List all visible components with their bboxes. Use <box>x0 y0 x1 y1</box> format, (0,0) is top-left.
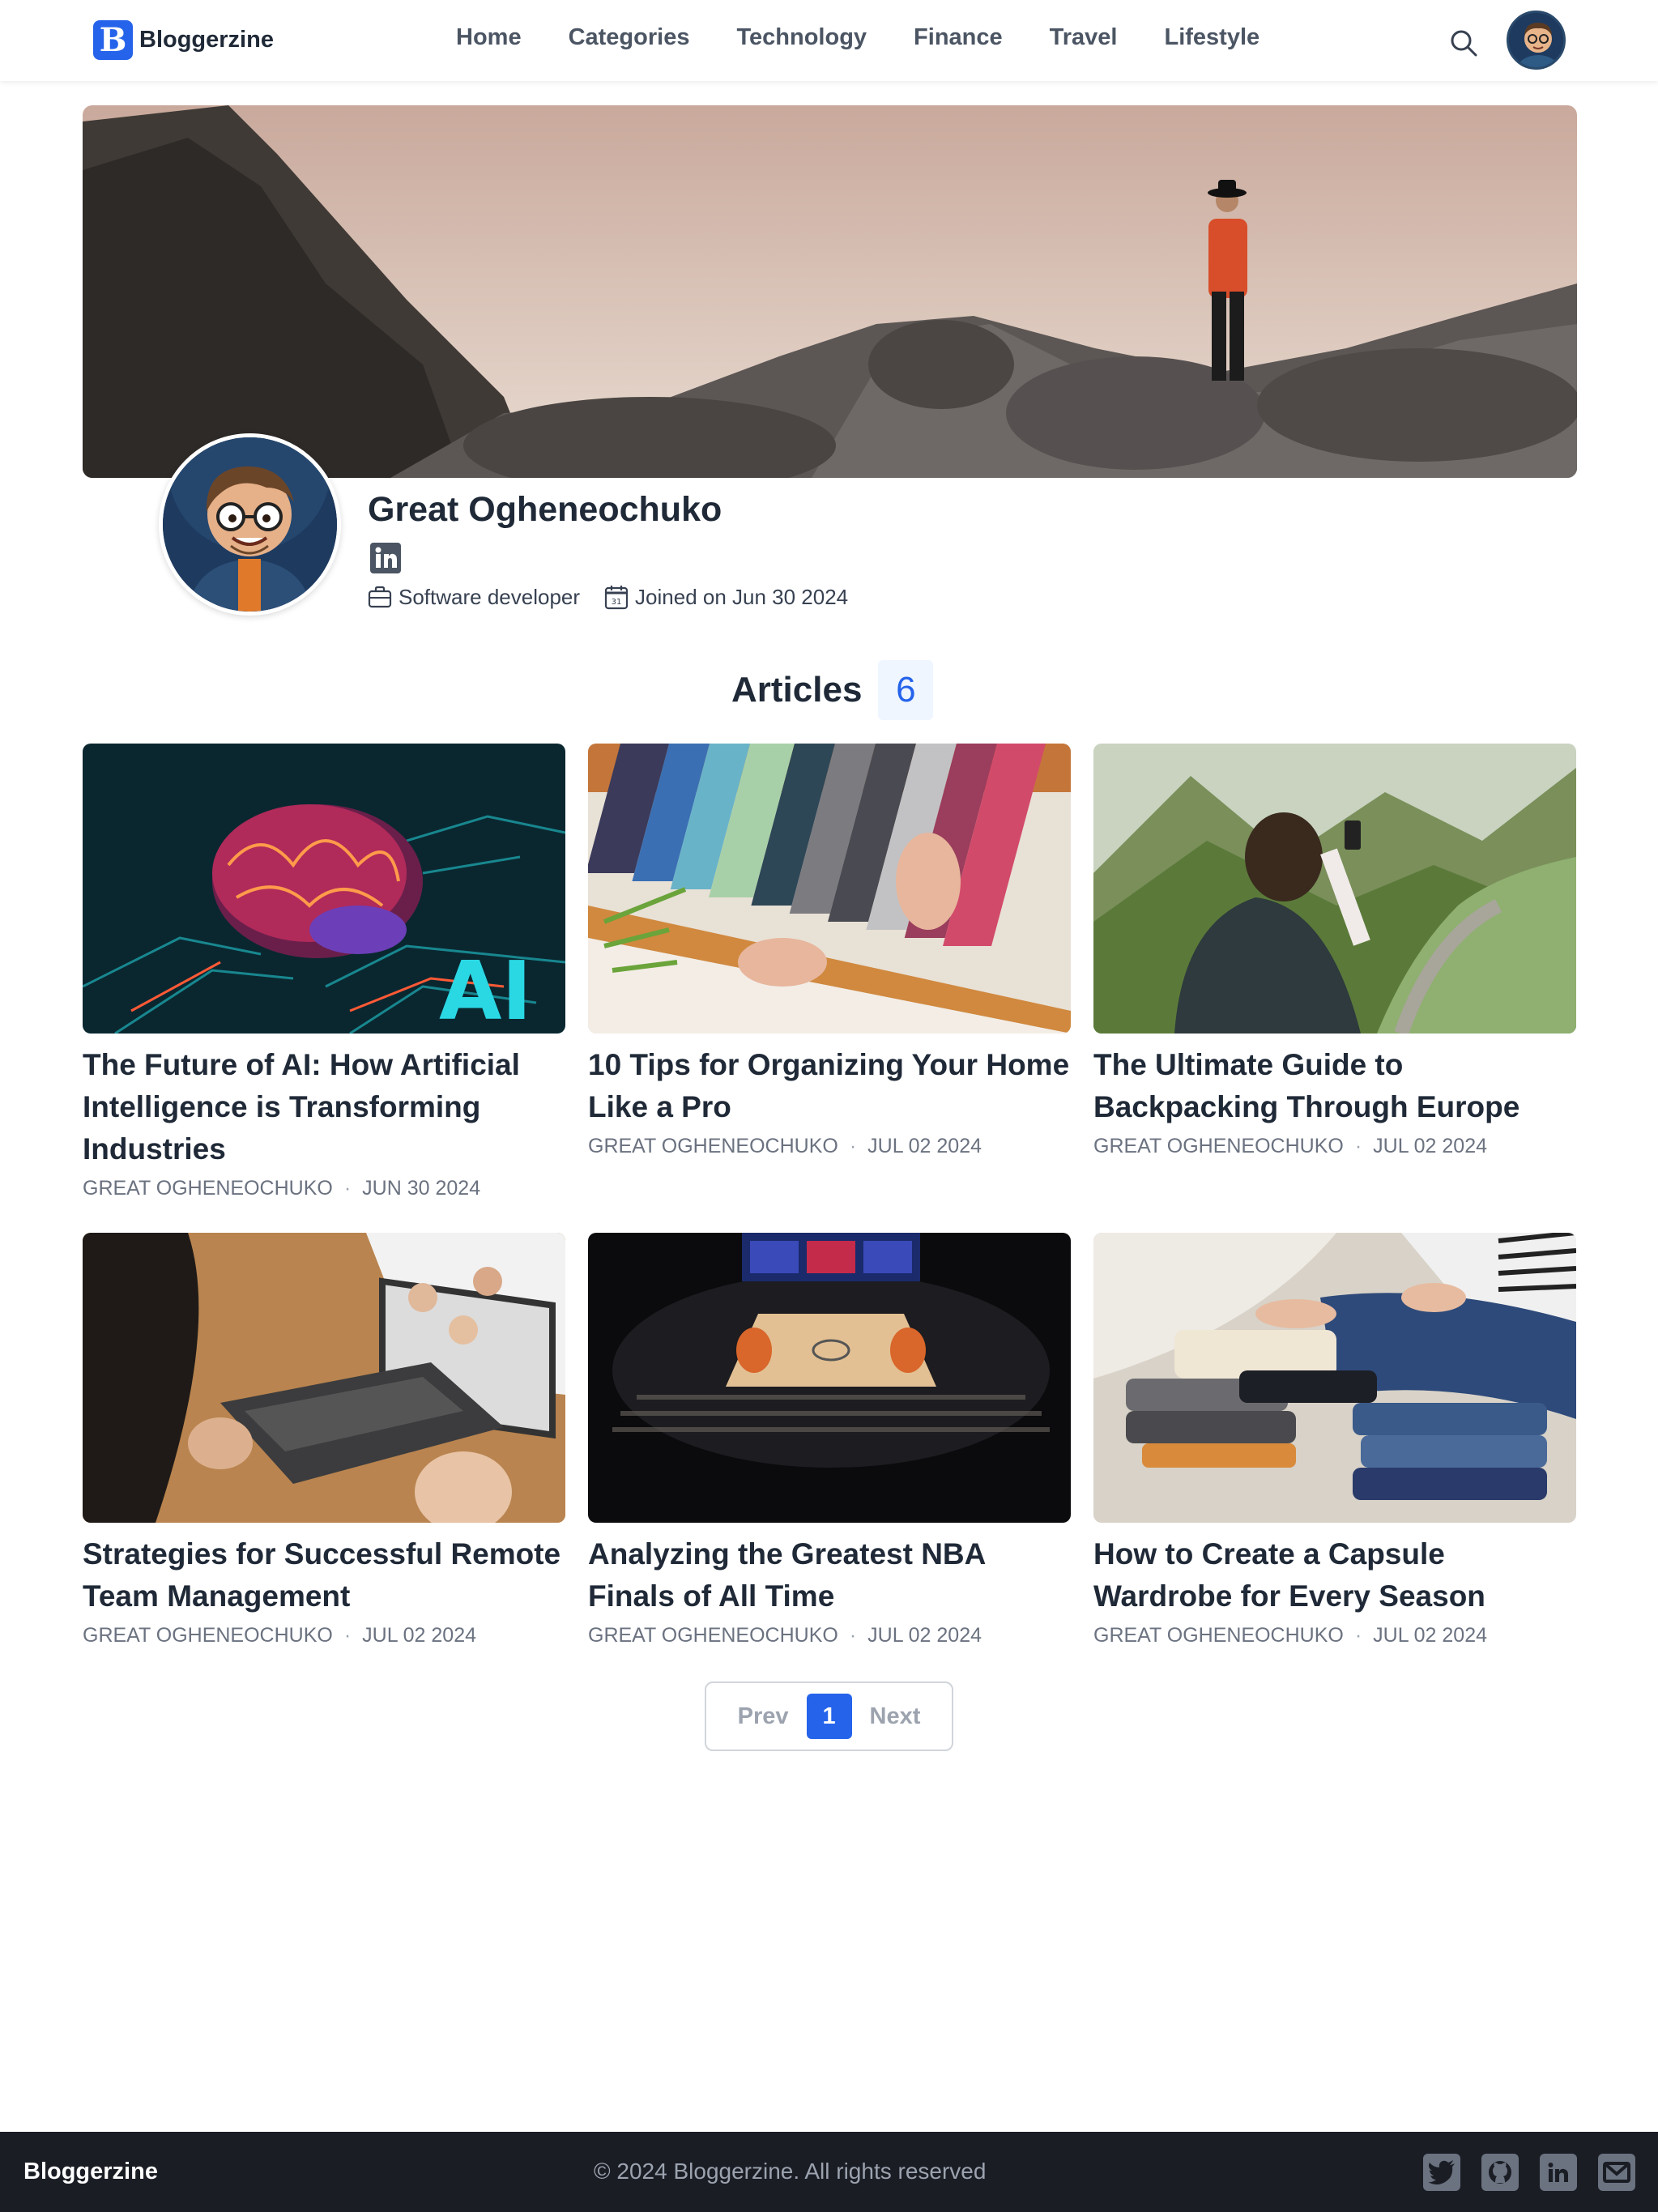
profile-meta: Software developer 31 Joined on Jun 30 2… <box>368 584 848 610</box>
twitter-icon[interactable] <box>1423 2154 1460 2191</box>
article-thumbnail[interactable] <box>1093 744 1576 1034</box>
article-card[interactable]: AI The Future of AI: How Artificial Inte… <box>83 744 565 1200</box>
article-author[interactable]: GREAT OGHENEOCHUKO <box>1093 1135 1344 1158</box>
article-author[interactable]: GREAT OGHENEOCHUKO <box>83 1624 333 1647</box>
svg-text:AI: AI <box>439 944 532 1034</box>
articles-heading: Articles 6 <box>731 660 934 720</box>
article-card[interactable]: Analyzing the Greatest NBA Finals of All… <box>588 1233 1071 1647</box>
nav-home[interactable]: Home <box>456 24 522 51</box>
article-date: JUL 02 2024 <box>867 1135 982 1157</box>
nav-lifestyle[interactable]: Lifestyle <box>1164 24 1259 51</box>
article-meta: GREAT OGHENEOCHUKO · JUL 02 2024 <box>1093 1135 1576 1158</box>
briefcase-icon <box>368 586 392 608</box>
article-title[interactable]: How to Create a Capsule Wardrobe for Eve… <box>1093 1533 1576 1617</box>
article-date: JUL 02 2024 <box>867 1624 982 1647</box>
article-meta: GREAT OGHENEOCHUKO · JUN 30 2024 <box>83 1177 565 1200</box>
site-logo[interactable]: B Bloggerzine <box>93 20 274 60</box>
logo-text: Bloggerzine <box>139 27 274 53</box>
site-footer: Bloggerzine © 2024 Bloggerzine. All righ… <box>0 2132 1658 2212</box>
profile-avatar <box>159 433 341 616</box>
article-thumbnail[interactable] <box>588 1233 1071 1523</box>
article-author[interactable]: GREAT OGHENEOCHUKO <box>83 1177 333 1200</box>
article-card[interactable]: The Ultimate Guide to Backpacking Throug… <box>1093 744 1576 1158</box>
article-date: JUL 02 2024 <box>1373 1624 1488 1647</box>
nav-finance[interactable]: Finance <box>914 24 1003 51</box>
article-card[interactable]: How to Create a Capsule Wardrobe for Eve… <box>1093 1233 1576 1647</box>
separator-dot: · <box>1354 1624 1362 1647</box>
article-title[interactable]: Analyzing the Greatest NBA Finals of All… <box>588 1533 1071 1617</box>
article-thumbnail[interactable]: AI <box>83 744 565 1034</box>
profile-name: Great Ogheneochuko <box>368 490 722 529</box>
article-meta: GREAT OGHENEOCHUKO · JUL 02 2024 <box>588 1135 1071 1158</box>
site-header: B Bloggerzine Home Categories Technology… <box>0 0 1658 81</box>
search-icon[interactable] <box>1450 29 1477 57</box>
article-author[interactable]: GREAT OGHENEOCHUKO <box>588 1624 838 1647</box>
nav-technology[interactable]: Technology <box>736 24 867 51</box>
footer-copyright: © 2024 Bloggerzine. All rights reserved <box>594 2159 987 2184</box>
svg-text:31: 31 <box>612 598 622 607</box>
article-author[interactable]: GREAT OGHENEOCHUKO <box>588 1135 838 1158</box>
pagination: Prev 1 Next <box>705 1681 953 1751</box>
article-thumbnail[interactable] <box>1093 1233 1576 1523</box>
separator-dot: · <box>343 1624 352 1647</box>
occupation-text: Software developer <box>399 584 581 609</box>
user-avatar[interactable] <box>1507 11 1566 70</box>
article-title[interactable]: Strategies for Successful Remote Team Ma… <box>83 1533 565 1617</box>
mail-icon[interactable] <box>1598 2154 1635 2191</box>
next-page-button[interactable]: Next <box>870 1703 921 1730</box>
footer-social-links <box>1423 2154 1635 2191</box>
occupation: Software developer <box>368 585 580 610</box>
article-title[interactable]: The Ultimate Guide to Backpacking Throug… <box>1093 1044 1576 1128</box>
github-icon[interactable] <box>1481 2154 1519 2191</box>
article-meta: GREAT OGHENEOCHUKO · JUL 02 2024 <box>1093 1624 1576 1647</box>
nav-categories[interactable]: Categories <box>569 24 690 51</box>
article-date: JUL 02 2024 <box>1373 1135 1488 1157</box>
article-date: JUL 02 2024 <box>362 1624 477 1647</box>
articles-count-badge: 6 <box>878 660 934 720</box>
article-meta: GREAT OGHENEOCHUKO · JUL 02 2024 <box>83 1624 565 1647</box>
separator-dot: · <box>343 1177 352 1200</box>
article-title[interactable]: The Future of AI: How Artificial Intelli… <box>83 1044 565 1170</box>
separator-dot: · <box>1354 1135 1362 1157</box>
nav-travel[interactable]: Travel <box>1050 24 1118 51</box>
main-nav: Home Categories Technology Finance Trave… <box>456 24 1259 51</box>
linkedin-icon[interactable] <box>370 543 401 573</box>
articles-title: Articles <box>731 670 863 710</box>
cover-image <box>83 105 1577 478</box>
article-title[interactable]: 10 Tips for Organizing Your Home Like a … <box>588 1044 1071 1128</box>
article-card[interactable]: 10 Tips for Organizing Your Home Like a … <box>588 744 1071 1158</box>
article-meta: GREAT OGHENEOCHUKO · JUL 02 2024 <box>588 1624 1071 1647</box>
joined-date: 31 Joined on Jun 30 2024 <box>604 584 848 610</box>
linkedin-icon[interactable] <box>1540 2154 1577 2191</box>
separator-dot: · <box>849 1135 857 1157</box>
prev-page-button[interactable]: Prev <box>738 1703 789 1730</box>
calendar-icon: 31 <box>604 586 629 610</box>
footer-brand[interactable]: Bloggerzine <box>23 2159 158 2185</box>
article-author[interactable]: GREAT OGHENEOCHUKO <box>1093 1624 1344 1647</box>
joined-text: Joined on Jun 30 2024 <box>635 584 849 609</box>
article-thumbnail[interactable] <box>83 1233 565 1523</box>
article-thumbnail[interactable] <box>588 744 1071 1034</box>
article-date: JUN 30 2024 <box>362 1177 481 1200</box>
article-card[interactable]: Strategies for Successful Remote Team Ma… <box>83 1233 565 1647</box>
logo-mark-icon: B <box>93 20 133 60</box>
separator-dot: · <box>849 1624 857 1647</box>
current-page-button[interactable]: 1 <box>806 1694 852 1739</box>
